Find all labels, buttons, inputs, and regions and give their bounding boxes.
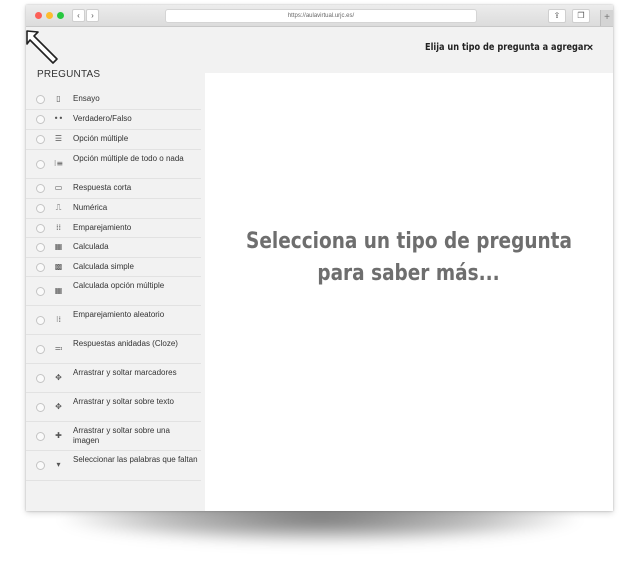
question-type-radio[interactable]	[36, 115, 45, 124]
random-matching-icon: ⁝⁞	[55, 315, 62, 324]
essay-icon: ▯	[56, 94, 61, 103]
question-type-radio[interactable]	[36, 432, 45, 441]
question-type-item[interactable]: ⁝⁞ Emparejamiento aleatorio	[26, 305, 201, 335]
question-type-item[interactable]: ▩ Calculada simple	[26, 257, 201, 277]
calculated-icon: ▦	[54, 242, 63, 251]
modal-dialog: Elija un tipo de pregunta a agregar × PR…	[26, 27, 613, 511]
zoom-window-button[interactable]	[57, 12, 64, 19]
question-type-item[interactable]: ▭ Respuesta corta	[26, 178, 201, 199]
forward-button[interactable]: ›	[86, 9, 99, 22]
select-missing-words-icon: ▾	[56, 460, 61, 469]
sidebar-title: PREGUNTAS	[37, 69, 101, 80]
question-type-radio[interactable]	[36, 461, 45, 470]
question-type-label: Seleccionar las palabras que faltan	[73, 455, 198, 464]
back-button[interactable]: ‹	[72, 9, 85, 22]
modal-title: Elija un tipo de pregunta a agregar	[425, 42, 588, 53]
question-type-radio[interactable]	[36, 224, 45, 233]
info-message-line2: para saber más...	[317, 261, 501, 286]
share-icon: ⇪	[553, 11, 561, 20]
question-type-radio[interactable]	[36, 287, 45, 296]
multiple-choice-icon: ☰	[54, 134, 63, 143]
question-type-radio[interactable]	[36, 135, 45, 144]
share-button[interactable]: ⇪	[548, 9, 566, 23]
question-info-panel: Selecciona un tipo de pregunta para sabe…	[205, 73, 613, 511]
question-type-item[interactable]: ⁝≡ Opción múltiple de todo o nada	[26, 149, 201, 179]
question-type-label: Calculada simple	[73, 262, 134, 271]
browser-window: ‹ › https://aulavirtual.urjc.es/ ⇪ ❐ + E…	[26, 5, 613, 511]
question-type-label: Emparejamiento aleatorio	[73, 310, 165, 319]
drag-image-icon: ✚	[55, 431, 62, 440]
all-or-nothing-icon: ⁝≡	[53, 159, 64, 168]
question-type-label: Arrastrar y soltar sobre texto	[73, 397, 174, 406]
question-type-radio[interactable]	[36, 184, 45, 193]
true-false-icon: ••	[53, 114, 64, 123]
forward-arrow-icon: ›	[91, 11, 94, 20]
question-type-label: Arrastrar y soltar sobre una imagen	[73, 426, 170, 445]
numerical-icon: ⎍	[55, 203, 62, 212]
calculated-multichoice-icon: ▦	[54, 286, 63, 295]
tabs-icon: ❐	[577, 11, 585, 20]
question-type-label: Ensayo	[73, 94, 100, 103]
question-type-label: Calculada	[73, 242, 109, 251]
cloze-icon: ≕	[54, 344, 63, 353]
question-type-item[interactable]: ▯ Ensayo	[26, 89, 201, 110]
question-type-radio[interactable]	[36, 263, 45, 272]
address-bar[interactable]: https://aulavirtual.urjc.es/	[165, 9, 477, 23]
question-type-item[interactable]: ⎍ Numérica	[26, 198, 201, 219]
question-type-label: Calculada opción múltiple	[73, 281, 165, 290]
calculated-simple-icon: ▩	[54, 262, 63, 271]
matching-icon: ⁞⁞	[55, 223, 62, 232]
info-message: Selecciona un tipo de pregunta para sabe…	[205, 226, 613, 290]
question-type-radio[interactable]	[36, 316, 45, 325]
question-type-radio[interactable]	[36, 243, 45, 252]
question-type-item[interactable]: •• Verdadero/Falso	[26, 109, 201, 130]
question-type-radio[interactable]	[36, 345, 45, 354]
plus-icon: +	[604, 12, 610, 23]
question-type-label: Opción múltiple	[73, 134, 129, 143]
question-type-radio[interactable]	[36, 403, 45, 412]
close-window-button[interactable]	[35, 12, 42, 19]
question-type-item[interactable]: ☰ Opción múltiple	[26, 129, 201, 150]
question-type-item[interactable]: ▦ Calculada	[26, 237, 201, 258]
question-type-label: Opción múltiple de todo o nada	[73, 154, 184, 163]
question-type-label: Numérica	[73, 203, 108, 212]
drag-text-icon: ✥	[55, 402, 62, 411]
question-type-label: Respuesta corta	[73, 183, 132, 192]
question-type-item[interactable]: ✚ Arrastrar y soltar sobre una imagen	[26, 421, 201, 451]
question-type-label: Emparejamiento	[73, 223, 132, 232]
question-type-item[interactable]: ▦ Calculada opción múltiple	[26, 276, 201, 306]
new-tab-button[interactable]: +	[600, 10, 613, 26]
question-type-item[interactable]: ▾ Seleccionar las palabras que faltan	[26, 450, 201, 481]
browser-titlebar: ‹ › https://aulavirtual.urjc.es/ ⇪ ❐ +	[26, 5, 613, 27]
pointer-arrow-icon	[26, 30, 58, 64]
question-type-radio[interactable]	[36, 374, 45, 383]
question-type-radio[interactable]	[36, 160, 45, 169]
tabs-overview-button[interactable]: ❐	[572, 9, 590, 23]
question-type-label: Verdadero/Falso	[73, 114, 132, 123]
question-type-item[interactable]: ⁞⁞ Emparejamiento	[26, 218, 201, 238]
question-type-label: Respuestas anidadas (Cloze)	[73, 339, 178, 348]
back-arrow-icon: ‹	[77, 11, 80, 20]
drag-markers-icon: ✥	[55, 373, 62, 382]
question-type-item[interactable]: ✥ Arrastrar y soltar marcadores	[26, 363, 201, 393]
question-type-label: Arrastrar y soltar marcadores	[73, 368, 177, 377]
question-type-item[interactable]: ✥ Arrastrar y soltar sobre texto	[26, 392, 201, 422]
close-modal-button[interactable]: ×	[585, 42, 595, 54]
question-type-item[interactable]: ≕ Respuestas anidadas (Cloze)	[26, 334, 201, 364]
question-type-radio[interactable]	[36, 204, 45, 213]
question-type-radio[interactable]	[36, 95, 45, 104]
short-answer-icon: ▭	[54, 183, 63, 192]
close-icon: ×	[586, 42, 594, 54]
info-message-line1: Selecciona un tipo de pregunta	[246, 229, 572, 254]
minimize-window-button[interactable]	[46, 12, 53, 19]
